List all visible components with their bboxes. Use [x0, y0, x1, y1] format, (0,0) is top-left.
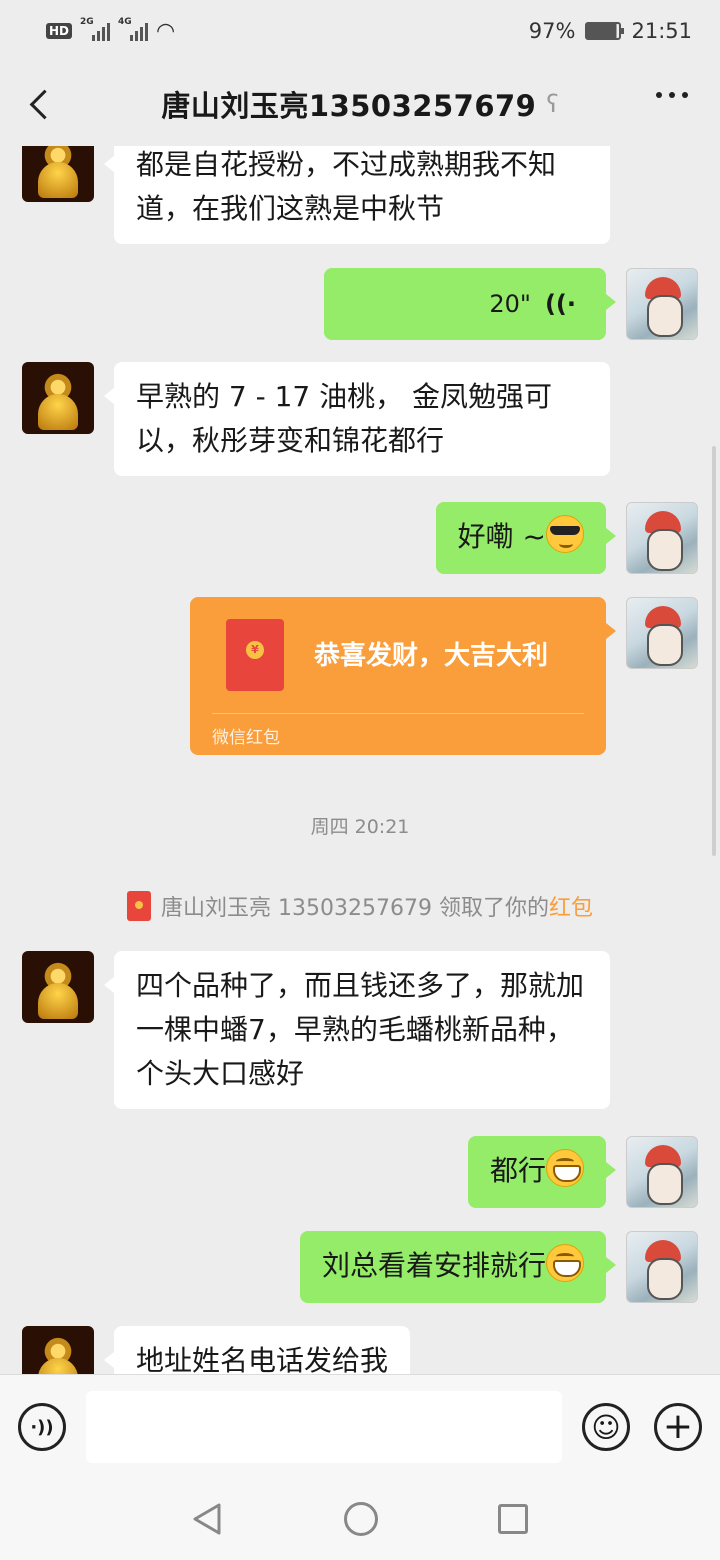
message-text: 都行	[489, 1154, 546, 1187]
contact-avatar[interactable]	[22, 951, 94, 1023]
message-incoming: 早熟的 7 - 17 油桃， 金凤勉强可以，秋彤芽变和锦花都行	[22, 362, 610, 476]
voice-duration: 20"	[489, 290, 531, 318]
my-avatar[interactable]	[626, 268, 698, 340]
my-avatar[interactable]	[626, 1136, 698, 1208]
timestamp: 周四 20:21	[310, 816, 410, 838]
system-nav-bar	[0, 1478, 720, 1560]
scrollbar[interactable]	[712, 446, 716, 856]
wifi-icon: ◠	[156, 18, 176, 44]
my-avatar[interactable]	[626, 597, 698, 669]
message-bubble[interactable]: 早熟的 7 - 17 油桃， 金凤勉强可以，秋彤芽变和锦花都行	[104, 362, 610, 476]
red-packet-card[interactable]: ¥ 恭喜发财，大吉大利 微信红包	[190, 597, 616, 755]
message-bubble[interactable]: 刘总看着安排就行	[299, 1231, 617, 1303]
status-left: HD 2G 4G ◠	[46, 17, 176, 44]
message-bubble[interactable]: 都是自花授粉，不过成熟期我不知道，在我们这熟是中秋节	[104, 146, 610, 244]
signal-2g-icon: 2G	[80, 17, 111, 41]
sunglasses-emoji-icon	[546, 515, 584, 553]
contact-avatar[interactable]	[22, 146, 94, 202]
contact-avatar[interactable]	[22, 362, 94, 434]
my-avatar[interactable]	[626, 1231, 698, 1303]
battery-icon	[585, 22, 625, 40]
nav-recents-icon[interactable]	[498, 1504, 528, 1534]
status-right: 97% 21:51	[529, 19, 692, 43]
red-packet-title: 恭喜发财，大吉大利	[314, 641, 549, 671]
plus-icon: +	[662, 1406, 694, 1447]
my-avatar[interactable]	[626, 502, 698, 574]
message-incoming: 四个品种了，而且钱还多了，那就加一棵中蟠7，早熟的毛蟠桃新品种，个头大口感好	[22, 951, 610, 1109]
message-bubble[interactable]: 都行	[467, 1136, 617, 1208]
message-incoming: 都是自花授粉，不过成熟期我不知道，在我们这熟是中秋节	[22, 146, 610, 244]
voice-wave-icon: ·))	[30, 1416, 54, 1438]
message-bubble[interactable]: 四个品种了，而且钱还多了，那就加一棵中蟠7，早熟的毛蟠桃新品种，个头大口感好	[104, 951, 610, 1109]
message-outgoing: 刘总看着安排就行	[299, 1231, 698, 1303]
red-packet-icon: ¥	[226, 619, 284, 691]
emoji-button[interactable]: ☺	[582, 1403, 630, 1451]
divider	[212, 713, 584, 714]
red-packet-link[interactable]: 红包	[549, 890, 593, 922]
message-input[interactable]	[86, 1391, 562, 1463]
chat-title: 唐山刘玉亮13503257679	[161, 89, 537, 123]
ear-icon: ʕ	[546, 90, 559, 118]
grin-emoji-icon	[546, 1149, 584, 1187]
message-outgoing: 20" ((·	[324, 268, 698, 340]
message-bubble[interactable]: 好嘞 ~	[435, 502, 617, 574]
message-bubble[interactable]: 地址姓名电话发给我	[103, 1326, 411, 1374]
status-bar: HD 2G 4G ◠ 97% 21:51	[0, 0, 720, 62]
message-outgoing: ¥ 恭喜发财，大吉大利 微信红包	[190, 597, 698, 755]
system-text: 唐山刘玉亮 13503257679 领取了你的	[161, 896, 549, 921]
voice-wave-icon: ((·	[544, 290, 576, 318]
message-list[interactable]: 都是自花授粉，不过成熟期我不知道，在我们这熟是中秋节 20" ((· 早熟的 7…	[0, 146, 720, 1374]
message-outgoing: 好嘞 ~	[435, 502, 698, 574]
nav-home-icon[interactable]	[344, 1502, 378, 1536]
message-text: 好嘞 ~	[457, 520, 546, 553]
signal-4g-icon: 4G	[118, 17, 149, 41]
message-outgoing: 都行	[467, 1136, 698, 1208]
clock: 21:51	[631, 19, 692, 43]
red-packet-label: 微信红包	[212, 728, 280, 748]
red-packet-small-icon	[127, 891, 151, 921]
input-bar: ·)) ☺ +	[0, 1374, 720, 1478]
more-functions-button[interactable]: +	[654, 1403, 702, 1451]
chat-header: 唐山刘玉亮13503257679 ʕ	[0, 62, 720, 146]
system-message: 唐山刘玉亮 13503257679 领取了你的 红包	[0, 890, 720, 922]
voice-input-button[interactable]: ·))	[18, 1403, 66, 1451]
grin-emoji-icon	[546, 1244, 584, 1282]
contact-avatar[interactable]	[22, 1326, 94, 1374]
message-text: 刘总看着安排就行	[321, 1249, 546, 1282]
nav-back-icon[interactable]	[192, 1502, 222, 1536]
hd-badge: HD	[46, 23, 73, 39]
battery-percent: 97%	[528, 19, 576, 43]
back-arrow-icon[interactable]	[22, 84, 62, 124]
smiley-icon: ☺	[591, 1410, 621, 1444]
voice-message[interactable]: 20" ((·	[324, 268, 616, 340]
more-dots-icon[interactable]	[656, 92, 688, 98]
message-incoming: 地址姓名电话发给我	[22, 1326, 411, 1374]
